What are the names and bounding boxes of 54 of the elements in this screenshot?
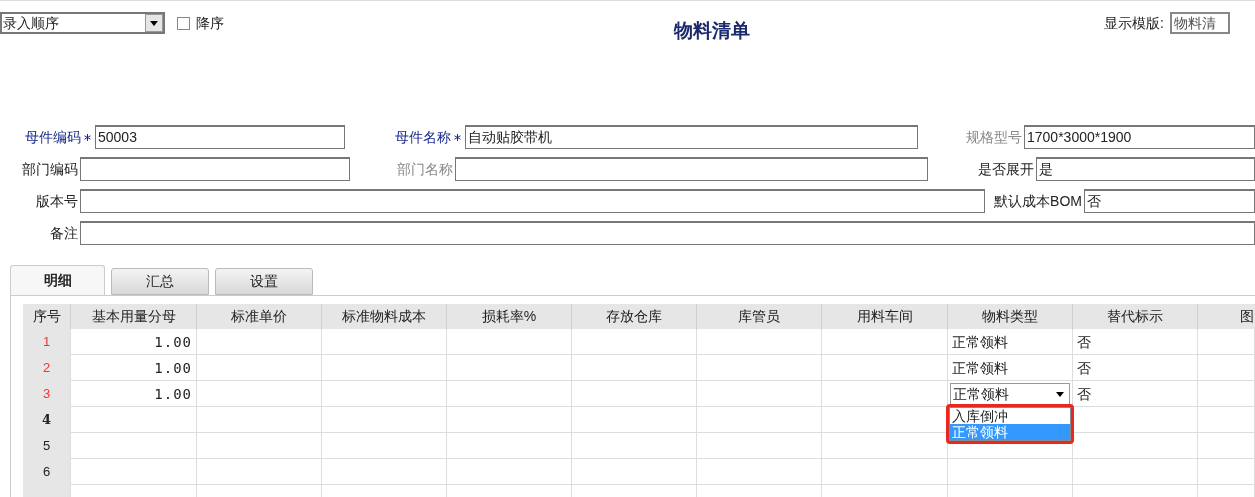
column-header: 库管员 — [697, 304, 822, 329]
column-header: 标准物料成本 — [322, 304, 447, 329]
field-label: 版本号 — [36, 191, 78, 211]
table-cell: 正常领料 — [948, 329, 1073, 355]
checkbox[interactable] — [177, 16, 190, 30]
page-title: 物料清单 — [674, 18, 750, 43]
table-cell: 否 — [1073, 381, 1198, 407]
row-number: 2 — [42, 359, 51, 378]
row-number: 5 — [42, 437, 51, 456]
column-header: 损耗率% — [447, 304, 572, 329]
row-number: 4 — [41, 411, 51, 430]
field-label: 规格型号 — [966, 127, 1022, 147]
table-cell: 1.00 — [71, 381, 197, 407]
field-label: 母件编码 — [25, 127, 81, 147]
table-cell: 否 — [1073, 355, 1198, 381]
tab[interactable]: 汇总 — [111, 268, 209, 295]
input-field[interactable] — [80, 221, 1255, 245]
template-select[interactable]: 物料清 — [1169, 12, 1230, 34]
input-field[interactable]: 1700*3000*1900 — [1024, 125, 1255, 149]
input-field[interactable]: 自动贴胶带机 — [465, 125, 918, 149]
row-number: 6 — [42, 463, 51, 482]
column-header: 用料车间 — [822, 304, 948, 329]
row-number: 3 — [42, 385, 51, 404]
row-number: 1 — [42, 333, 51, 352]
field-label: 默认成本BOM — [994, 191, 1082, 211]
field-label: 是否展开 — [978, 159, 1034, 179]
tab[interactable]: 明细 — [10, 265, 105, 295]
column-header: 物料类型 — [948, 304, 1073, 329]
column-header: 标准单价 — [197, 304, 322, 329]
column-header: 存放仓库 — [572, 304, 697, 329]
column-header: 图 — [1239, 307, 1255, 326]
input-field[interactable] — [455, 157, 928, 181]
field-label: 备注 — [50, 223, 78, 243]
input-field[interactable]: 否 — [1084, 189, 1255, 213]
table-cell: 否 — [1073, 329, 1198, 355]
template-label: 显示模版: — [1104, 13, 1164, 33]
table-cell: 1.00 — [71, 329, 197, 355]
input-field[interactable] — [80, 189, 985, 213]
field-label: 部门编码 — [22, 159, 78, 179]
checkbox-label: 降序 — [196, 13, 224, 33]
table-cell: 正常领料 — [948, 355, 1073, 381]
tab[interactable]: 设置 — [215, 268, 313, 295]
required-mark-icon — [454, 133, 461, 141]
input-field[interactable]: 50003 — [95, 125, 345, 149]
column-header: 基本用量分母 — [71, 304, 197, 329]
table-cell: 1.00 — [71, 355, 197, 381]
column-header: 替代标示 — [1073, 304, 1198, 329]
field-label: 母件名称 — [395, 127, 451, 147]
input-field[interactable] — [80, 157, 350, 181]
required-mark-icon — [84, 133, 91, 141]
sort-select[interactable]: 录入顺序 — [0, 12, 165, 34]
cell-select[interactable]: 正常领料 — [950, 383, 1070, 405]
field-label: 部门名称 — [397, 159, 453, 179]
input-field[interactable]: 是 — [1036, 157, 1255, 181]
